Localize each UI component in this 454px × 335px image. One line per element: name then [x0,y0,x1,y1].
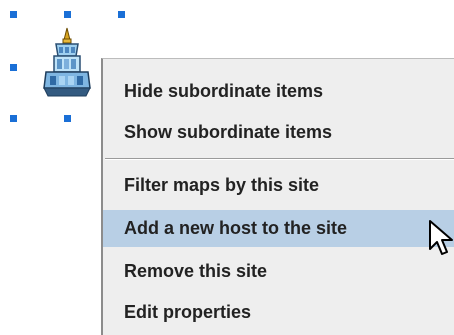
menu-item-add-new-host[interactable]: Add a new host to the site [103,210,454,247]
selection-handle[interactable] [10,115,17,122]
selection-handle[interactable] [118,11,125,18]
selection-handle[interactable] [64,11,71,18]
selection-handle[interactable] [64,115,71,122]
selection-handle[interactable] [10,64,17,71]
selection-handle[interactable] [10,11,17,18]
mouse-pointer-icon [427,218,454,258]
site-tower-icon[interactable] [40,26,96,110]
menu-item-hide-subordinate-items[interactable]: Hide subordinate items [103,73,454,110]
menu-item-remove-site[interactable]: Remove this site [103,253,454,290]
menu-item-show-subordinate-items[interactable]: Show subordinate items [103,114,454,151]
menu-item-edit-properties[interactable]: Edit properties [103,294,454,331]
context-menu: Hide subordinate items Show subordinate … [101,58,454,335]
menu-item-filter-maps-by-site[interactable]: Filter maps by this site [103,167,454,204]
menu-separator [105,158,454,160]
